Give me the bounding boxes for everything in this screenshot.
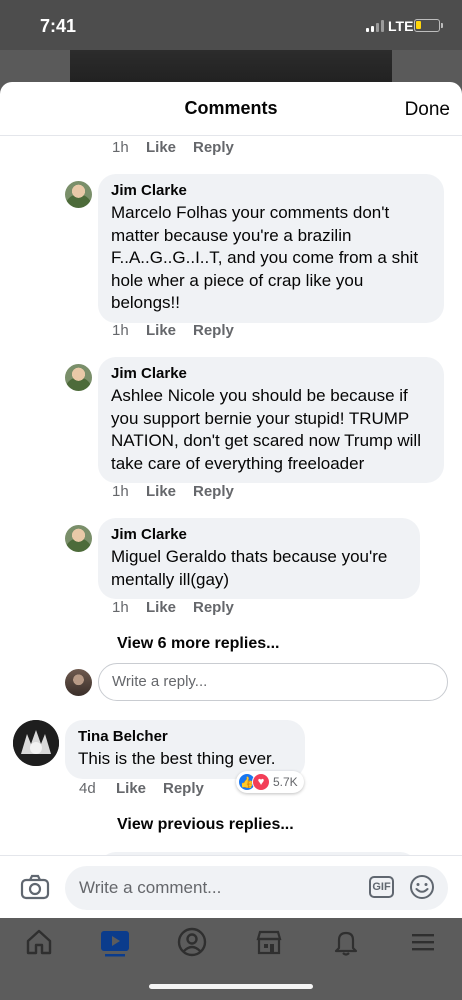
like-button[interactable]: Like <box>146 139 193 156</box>
gif-icon[interactable]: GIF <box>369 876 394 898</box>
comment-meta: 1h Like Reply <box>112 483 234 500</box>
avatar-art <box>13 720 59 766</box>
reply-button[interactable]: Reply <box>193 483 234 500</box>
like-button[interactable]: Like <box>146 483 193 500</box>
comment-time: 1h <box>112 322 129 339</box>
status-bar: 7:41 LTE <box>0 0 462 50</box>
like-button[interactable]: Like <box>116 780 163 797</box>
avatar[interactable] <box>65 364 92 391</box>
reply-button[interactable]: Reply <box>193 322 234 339</box>
reply-button[interactable]: Reply <box>193 599 234 616</box>
comment-bubble: Jim Clarke Ashlee Nicole you should be b… <box>98 357 444 483</box>
avatar[interactable] <box>13 720 59 766</box>
emoji-icon[interactable] <box>409 874 435 900</box>
camera-icon[interactable] <box>20 872 50 902</box>
comments-sheet: Comments Done 1h Like Reply Jim Clarke M… <box>0 82 462 918</box>
comment-time: 1h <box>112 599 129 616</box>
comment-bubble: Jim Clarke Miguel Geraldo thats because … <box>98 518 420 599</box>
comment-meta: 1h Like Reply <box>112 322 234 339</box>
view-more-replies-link[interactable]: View 6 more replies... <box>117 635 279 653</box>
menu-icon[interactable] <box>405 924 441 960</box>
profile-icon[interactable] <box>174 924 210 960</box>
view-previous-replies-link[interactable]: View previous replies... <box>117 816 294 834</box>
reply-button[interactable]: Reply <box>163 780 204 797</box>
comment-composer: Write a comment... GIF <box>0 855 462 918</box>
reaction-count: 5.7K <box>273 775 298 789</box>
network-label: LTE <box>388 18 414 34</box>
comment-text: Marcelo Folhas your comments don't matte… <box>111 203 419 312</box>
comment-time: 1h <box>112 139 129 156</box>
page-title: Comments <box>184 98 278 118</box>
bell-icon[interactable] <box>328 924 364 960</box>
battery-icon <box>414 19 440 32</box>
reply-input[interactable]: Write a reply... <box>98 663 448 701</box>
reactions-badge[interactable]: 👍 ♥ 5.7K <box>236 771 304 793</box>
comment-text: Ashlee Nicole you should be because if y… <box>111 386 421 473</box>
comment-author[interactable]: Tina Belcher <box>78 728 292 746</box>
comment-meta: 1h Like Reply <box>112 139 234 156</box>
marketplace-icon[interactable] <box>251 924 287 960</box>
battery-tip <box>441 23 443 28</box>
status-time: 7:41 <box>40 16 77 36</box>
reply-button[interactable]: Reply <box>193 139 234 156</box>
user-avatar <box>65 669 92 696</box>
comment-author[interactable]: Jim Clarke <box>111 182 431 200</box>
comment-time: 1h <box>112 483 129 500</box>
comment-text: This is the best thing ever. <box>78 749 276 768</box>
like-button[interactable]: Like <box>146 599 193 616</box>
comment-meta: 1h Like Reply <box>112 599 234 616</box>
comment-bubble: Tina Belcher This is the best thing ever… <box>65 720 305 779</box>
comment-text: Miguel Geraldo thats because you're ment… <box>111 547 388 589</box>
comment-author[interactable]: Jim Clarke <box>111 365 431 383</box>
done-button[interactable]: Done <box>405 99 450 121</box>
comment-author[interactable]: Jim Clarke <box>111 526 407 544</box>
home-icon[interactable] <box>21 924 57 960</box>
avatar[interactable] <box>65 525 92 552</box>
avatar[interactable] <box>65 181 92 208</box>
sheet-header: Comments Done <box>0 82 462 136</box>
comment-bubble: Jim Clarke Marcelo Folhas your comments … <box>98 174 444 323</box>
signal-icon <box>366 20 384 32</box>
love-reaction-icon: ♥ <box>252 773 270 791</box>
comment-time: 4d <box>79 780 96 797</box>
home-indicator[interactable] <box>149 984 313 989</box>
like-button[interactable]: Like <box>146 322 193 339</box>
watch-icon[interactable] <box>97 924 133 960</box>
comment-meta: 4d Like Reply <box>79 780 204 797</box>
